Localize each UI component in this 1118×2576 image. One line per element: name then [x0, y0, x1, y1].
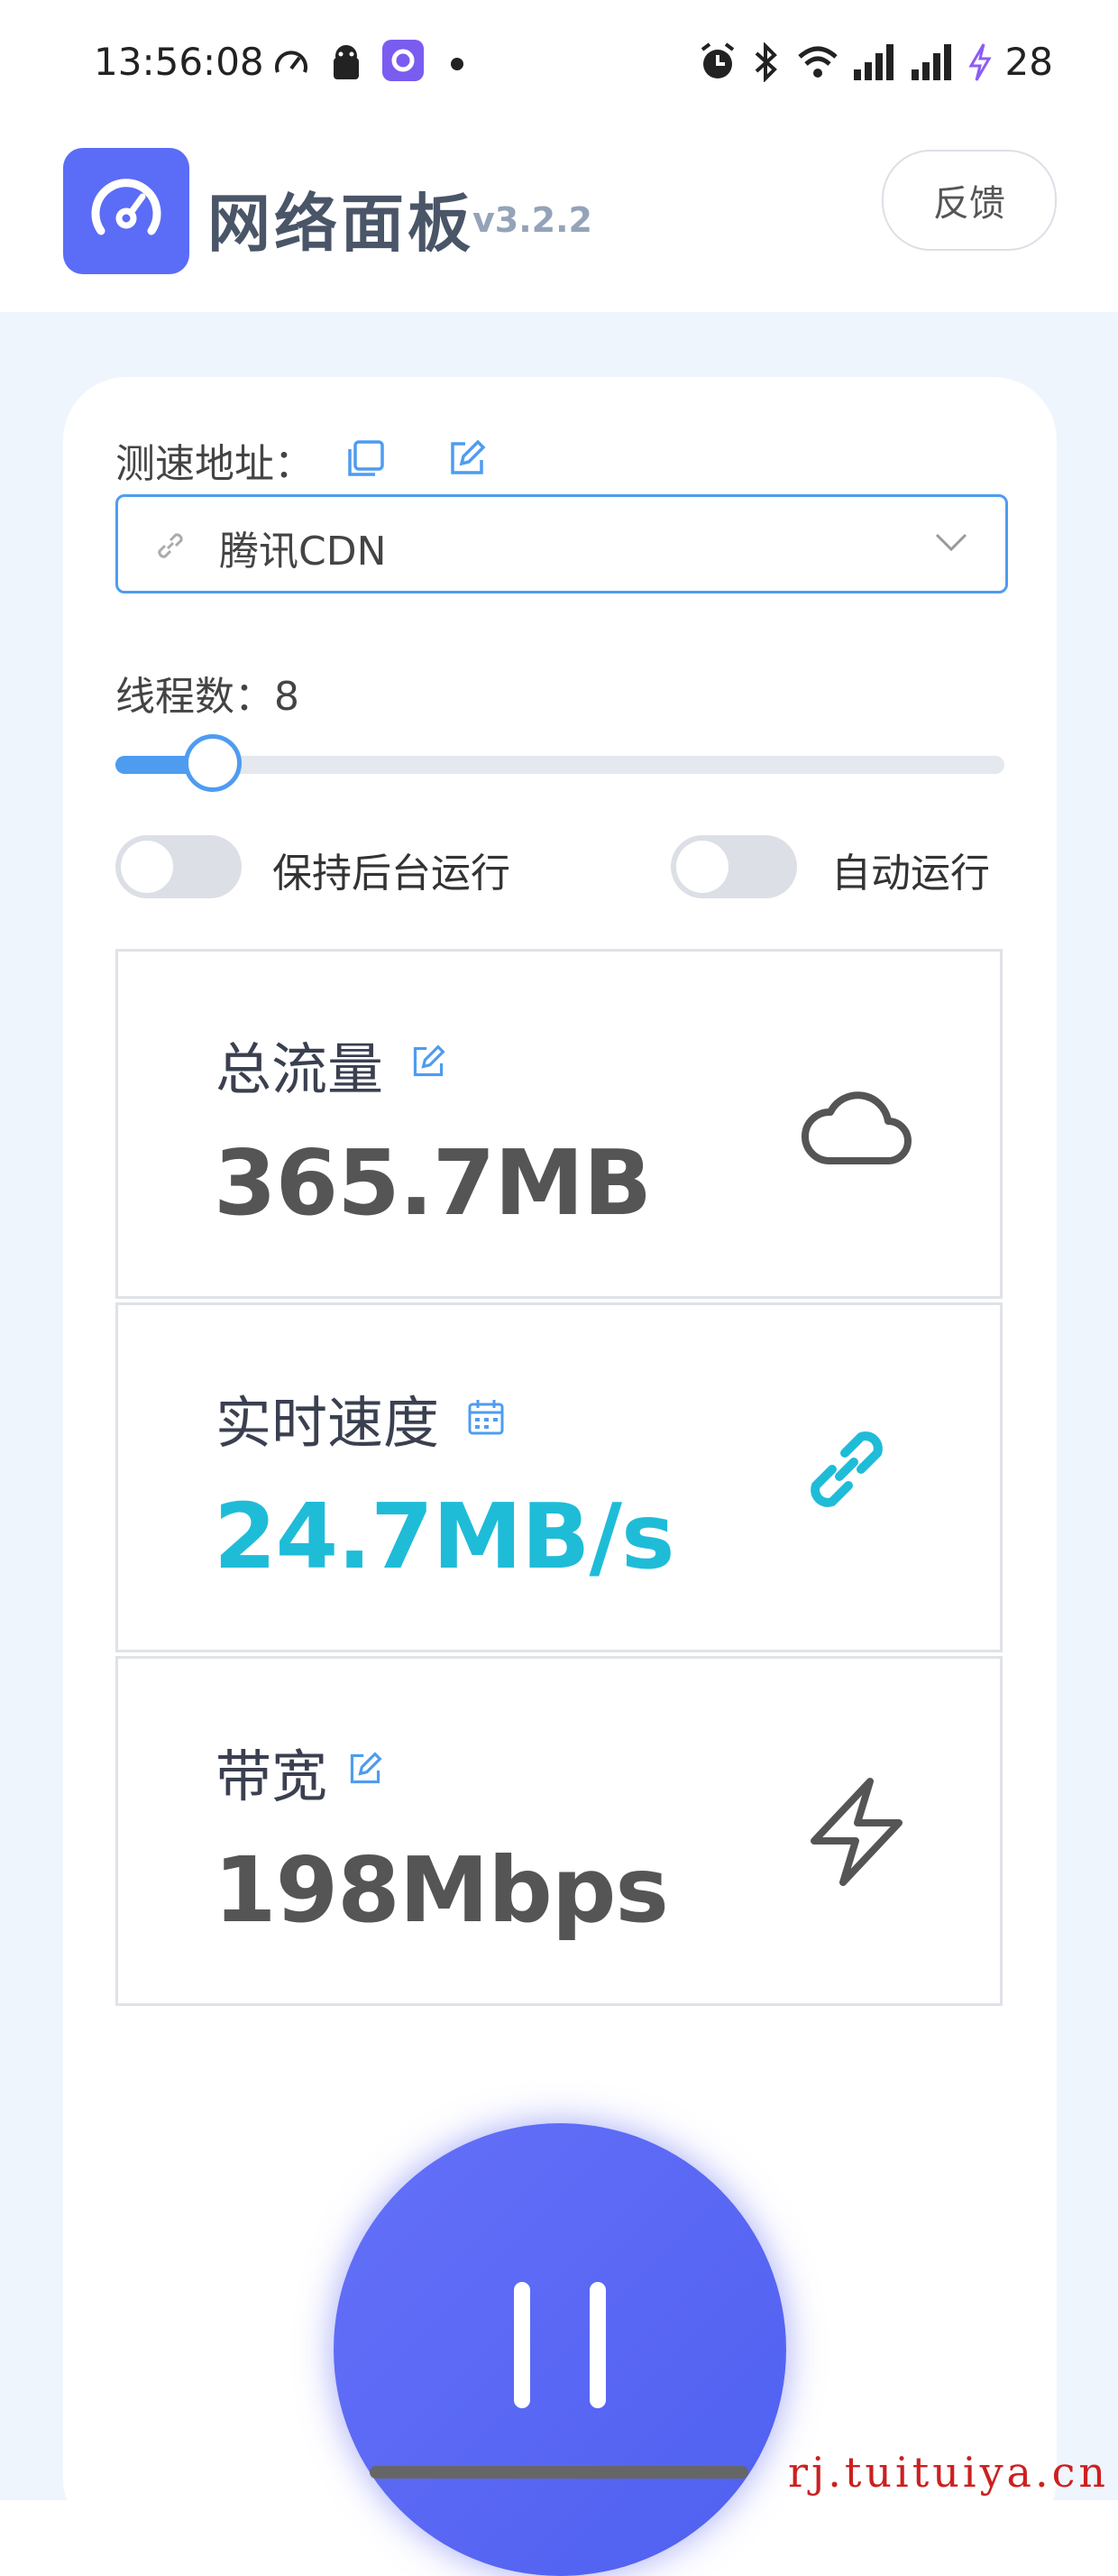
- charging-icon: [967, 42, 992, 81]
- speedometer-icon: [91, 179, 161, 235]
- watermark: rj.tuituiya.cn: [788, 2448, 1109, 2497]
- keep-background-toggle[interactable]: [115, 835, 242, 898]
- edit-icon[interactable]: [447, 438, 487, 478]
- pause-button[interactable]: [334, 2123, 786, 2576]
- toggle-knob: [676, 841, 729, 893]
- edit-icon[interactable]: [347, 1751, 383, 1787]
- stat-value: 365.7MB: [214, 1130, 652, 1236]
- bandwidth-panel: 带宽 198Mbps: [115, 1656, 1003, 2006]
- auto-run-toggle[interactable]: [671, 835, 797, 898]
- android-icon: [334, 45, 359, 79]
- app-version: v3.2.2: [472, 200, 592, 240]
- calendar-icon[interactable]: [466, 1397, 506, 1437]
- feedback-button[interactable]: 反馈: [882, 150, 1057, 251]
- app-bar: 网络面板 v3.2.2 反馈: [0, 135, 1118, 312]
- dot-icon: [451, 58, 463, 70]
- realtime-speed-panel: 实时速度 24.7MB/s: [115, 1302, 1003, 1652]
- threads-slider-track[interactable]: [115, 756, 1004, 774]
- link-icon: [158, 533, 183, 558]
- edit-icon[interactable]: [410, 1044, 446, 1080]
- stat-title: 实时速度: [215, 1390, 440, 1456]
- threads-row: 线程数：8: [115, 664, 299, 722]
- lightning-icon: [811, 1778, 903, 1886]
- speed-url-select[interactable]: 腾讯CDN: [115, 494, 1008, 593]
- app-icon: [382, 40, 424, 81]
- speed-url-label: 测速地址：: [115, 441, 314, 487]
- auto-run-label: 自动运行: [831, 851, 990, 897]
- cloud-icon: [802, 1091, 912, 1164]
- stat-title: 带宽: [215, 1743, 328, 1809]
- threads-value: 8: [274, 674, 299, 720]
- wifi-icon: [797, 46, 838, 78]
- bluetooth-icon: [755, 41, 777, 82]
- gesture-bar[interactable]: [370, 2466, 748, 2479]
- stat-value: 198Mbps: [214, 1837, 669, 1943]
- toggle-knob: [121, 841, 173, 893]
- speedometer-icon: [275, 51, 307, 73]
- keep-background-label: 保持后台运行: [272, 851, 510, 897]
- threads-label: 线程数：: [115, 674, 274, 720]
- select-value: 腾讯CDN: [219, 529, 387, 575]
- status-bar: 13:56:08 28: [0, 0, 1118, 135]
- stat-title: 总流量: [215, 1036, 384, 1102]
- alarm-icon: [701, 41, 734, 78]
- battery-level: 28: [1004, 40, 1053, 84]
- stat-value: 24.7MB/s: [214, 1484, 675, 1589]
- total-traffic-panel: 总流量 365.7MB: [115, 949, 1003, 1299]
- threads-slider-thumb[interactable]: [184, 734, 243, 792]
- link-icon: [811, 1431, 883, 1507]
- app-logo: [63, 148, 189, 274]
- signal-icon: [853, 43, 893, 80]
- app-title: 网络面板: [207, 187, 474, 261]
- pause-icon: [514, 2282, 530, 2408]
- chevron-down-icon: [935, 533, 967, 552]
- status-time: 13:56:08: [94, 40, 264, 84]
- signal-icon: [911, 43, 951, 80]
- status-right: 28: [699, 40, 1053, 84]
- copy-icon[interactable]: [344, 438, 386, 480]
- pause-icon: [590, 2282, 606, 2408]
